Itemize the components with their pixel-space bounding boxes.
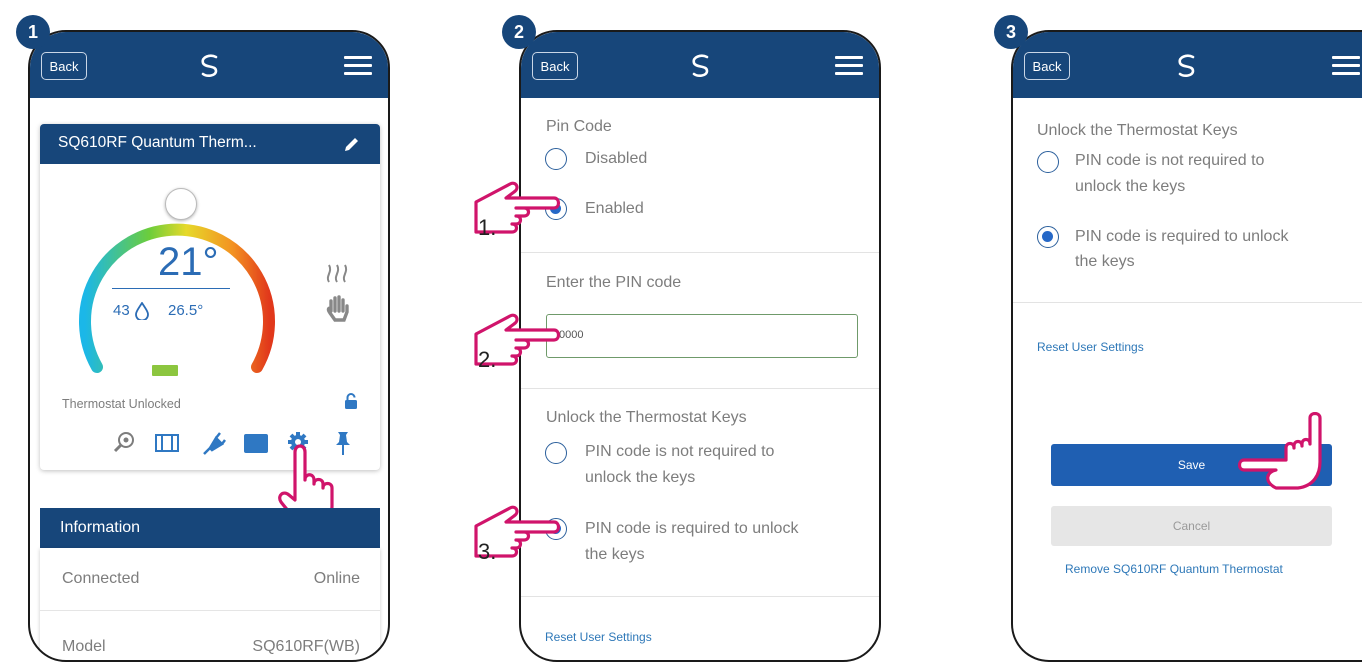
- app-logo-icon: [1177, 54, 1194, 77]
- option-required-line2: the keys: [585, 546, 645, 563]
- divider: [521, 252, 879, 253]
- pin-input[interactable]: 0000: [546, 314, 858, 358]
- info-row-value: SQ610RF(WB): [252, 638, 360, 655]
- info-row: Connected Online: [40, 548, 380, 611]
- search-zoom-icon[interactable]: [112, 430, 136, 454]
- reset-user-settings-link[interactable]: Reset User Settings: [545, 630, 652, 644]
- cancel-button[interactable]: Cancel: [1051, 506, 1332, 546]
- info-row: Model SQ610RF(WB): [40, 611, 380, 660]
- current-temperature: 26.5°: [168, 302, 204, 319]
- humidity-drop-icon: [135, 302, 149, 320]
- menu-icon[interactable]: [835, 56, 863, 76]
- option-enabled-label: Enabled: [585, 200, 644, 217]
- unlock-lock-icon[interactable]: [344, 393, 358, 409]
- radio-pin-not-required[interactable]: [1037, 151, 1059, 173]
- divider: [1013, 302, 1362, 303]
- device-card-header[interactable]: SQ610RF Quantum Therm...: [40, 124, 380, 164]
- unlock-keys-label: Unlock the Thermostat Keys: [546, 409, 747, 426]
- app-header: Back: [30, 32, 388, 98]
- edit-pencil-icon[interactable]: [342, 134, 362, 154]
- step-badge-3: 3: [994, 15, 1028, 49]
- option-disabled-label: Disabled: [585, 150, 648, 167]
- display-panel-icon[interactable]: [244, 434, 268, 453]
- humidity-value: 43: [113, 302, 130, 319]
- app-header: Back: [521, 32, 879, 98]
- app-logo-icon: [692, 54, 709, 77]
- option-not-required-line2: unlock the keys: [585, 469, 696, 486]
- pin-code-label: Pin Code: [546, 118, 612, 135]
- radio-pin-required[interactable]: [1037, 226, 1059, 248]
- device-title: SQ610RF Quantum Therm...: [58, 134, 257, 151]
- radio-pin-not-required[interactable]: [545, 442, 567, 464]
- unlock-keys-label: Unlock the Thermostat Keys: [1037, 122, 1238, 139]
- menu-icon[interactable]: [344, 56, 372, 76]
- option-required-line1: PIN code is required to unlock: [1075, 228, 1289, 245]
- app-header: Back: [1013, 32, 1362, 98]
- pointing-hand-icon: [1237, 412, 1322, 490]
- reset-user-settings-link[interactable]: Reset User Settings: [1037, 340, 1144, 354]
- dial-handle[interactable]: [165, 188, 197, 220]
- radio-disabled[interactable]: [545, 148, 567, 170]
- option-not-required-line2: unlock the keys: [1075, 178, 1186, 195]
- app-logo-icon: [201, 54, 218, 77]
- manual-hand-icon: [326, 295, 349, 322]
- phone-screen-2: Back Pin Code Disabled Enabled Enter the…: [519, 30, 881, 662]
- info-row-label: Connected: [62, 570, 140, 587]
- callout-number-2: 2.: [478, 347, 497, 372]
- back-button[interactable]: Back: [41, 52, 87, 80]
- option-required-line1: PIN code is required to unlock: [585, 520, 799, 537]
- phone-screen-1: Back SQ610RF Quantum Therm... 21° 43 26.…: [28, 30, 390, 662]
- status-text: Thermostat Unlocked: [62, 397, 181, 411]
- info-row-label: Model: [62, 638, 106, 655]
- remove-device-link[interactable]: Remove SQ610RF Quantum Thermostat: [1065, 562, 1283, 576]
- info-row-value: Online: [313, 570, 360, 587]
- phone-screen-3: Back Unlock the Thermostat Keys PIN code…: [1011, 30, 1362, 662]
- step-badge-2: 2: [502, 15, 536, 49]
- information-header: Information: [40, 508, 380, 548]
- heating-icon: [326, 264, 348, 283]
- dial-divider: [112, 288, 230, 289]
- callout-number-3: 3.: [478, 539, 497, 564]
- info-list: Connected Online Model SQ610RF(WB): [40, 548, 380, 660]
- information-title: Information: [60, 519, 141, 536]
- option-not-required-line1: PIN code is not required to: [585, 443, 775, 460]
- setpoint-temperature: 21°: [158, 240, 219, 284]
- pin-input-value: 0000: [559, 329, 584, 341]
- divider: [521, 596, 879, 597]
- option-not-required-line1: PIN code is not required to: [1075, 152, 1265, 169]
- plug-icon[interactable]: [200, 430, 226, 456]
- option-required-line2: the keys: [1075, 253, 1135, 270]
- divider: [521, 388, 879, 389]
- back-button[interactable]: Back: [532, 52, 578, 80]
- callout-number-1: 1.: [478, 215, 497, 240]
- step-badge-1: 1: [16, 15, 50, 49]
- schedule-icon[interactable]: [154, 432, 180, 454]
- battery-icon: [152, 365, 178, 376]
- enter-pin-label: Enter the PIN code: [546, 274, 682, 291]
- back-button[interactable]: Back: [1024, 52, 1070, 80]
- menu-icon[interactable]: [1332, 56, 1360, 76]
